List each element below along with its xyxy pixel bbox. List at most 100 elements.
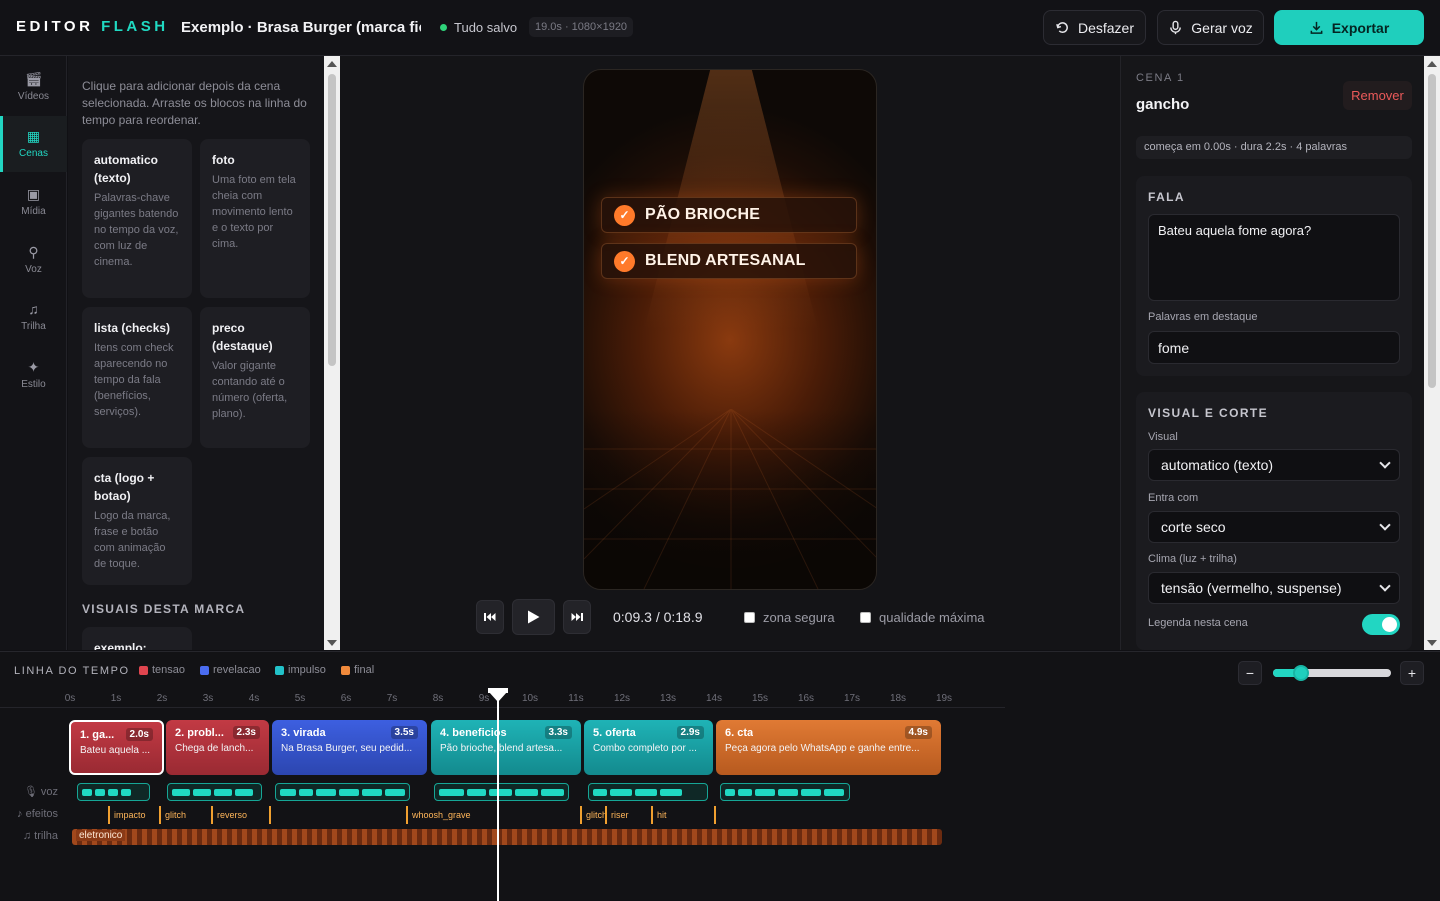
speech-textarea[interactable]: Bateu aquela fome agora? (1148, 214, 1400, 301)
sound-effect-marker[interactable]: impacto (108, 806, 146, 824)
remove-scene-button[interactable]: Remover (1343, 81, 1412, 110)
caption-label: Legenda nesta cena (1148, 617, 1248, 629)
scroll-up-arrow-icon[interactable] (1427, 61, 1437, 67)
brand-visual-card[interactable]: exemplo: (82, 627, 192, 650)
nav-music[interactable]: ♫ Trilha (0, 289, 67, 345)
scene-name[interactable]: gancho (1136, 96, 1189, 113)
scene-clip[interactable]: 1. ga... 2.0s Bateu aquela ... (69, 720, 164, 775)
nav-videos[interactable]: 🎬︎ Vídeos (0, 59, 67, 115)
nav-media[interactable]: ▣ Mídia (0, 174, 67, 230)
floor-grid (584, 409, 876, 589)
mic-icon: ⚲ (28, 244, 39, 260)
effects-track-label: ♪ efeitos (17, 808, 58, 820)
nav-voice-label: Voz (25, 264, 42, 275)
playhead-handle[interactable] (487, 688, 508, 693)
nav-media-label: Mídia (21, 206, 46, 217)
clip-duration-badge: 3.3s (544, 726, 572, 739)
voice-segment[interactable] (167, 783, 262, 801)
ruler-tick: 5s (294, 693, 306, 704)
max-quality-toggle[interactable]: qualidade máxima (860, 610, 985, 625)
brand-primary: EDITOR (16, 18, 94, 35)
scene-clip[interactable]: 4. beneficios 3.3s Pão brioche, blend arte… (431, 720, 581, 775)
skip-back-button[interactable] (476, 600, 504, 634)
sparkle-icon: ✦ (27, 359, 40, 375)
check-icon: ✓ (614, 204, 635, 226)
skip-back-icon (484, 613, 496, 621)
inspector-scrollbar[interactable] (1424, 56, 1440, 650)
zoom-slider-handle[interactable] (1293, 665, 1310, 681)
sound-effect-marker[interactable]: reverso (211, 806, 247, 824)
sound-effect-marker[interactable]: glitch (159, 806, 186, 824)
undo-button[interactable]: Desfazer (1043, 10, 1146, 45)
export-button[interactable]: Exportar (1274, 10, 1424, 45)
app-logo: EDITOR FLASH (16, 18, 169, 35)
visual-select[interactable]: automatico (texto) (1148, 449, 1400, 481)
library-scrollbar[interactable] (324, 56, 340, 650)
image-icon: ▣ (26, 186, 41, 202)
scene-clip[interactable]: 2. probl... 2.3s Chega de lanch... (166, 720, 269, 775)
voice-segment[interactable] (275, 783, 410, 801)
highlight-words-input[interactable]: fome (1148, 331, 1400, 364)
check-item: ✓ BLEND ARTESANAL (601, 243, 857, 279)
scroll-up-arrow-icon[interactable] (327, 61, 337, 67)
sound-effect-marker[interactable]: glitch (580, 806, 607, 824)
nav-voice[interactable]: ⚲ Voz (0, 232, 67, 288)
effects-track-label-text: efeitos (25, 808, 58, 820)
sound-effect-marker[interactable] (269, 806, 275, 824)
sound-effect-marker[interactable]: riser (605, 806, 629, 824)
sound-effect-marker[interactable]: whoosh_grave (406, 806, 471, 824)
scene-clip[interactable]: 3. virada 3.5s Na Brasa Burger, seu pedid.… (272, 720, 427, 775)
scroll-down-arrow-icon[interactable] (1427, 640, 1437, 646)
mood-select-value: tensão (vermelho, suspense) (1161, 580, 1342, 596)
sound-effect-marker[interactable]: hit (651, 806, 667, 824)
scene-card-checklist[interactable]: lista (checks) Itens com check aparecend… (82, 307, 192, 448)
voice-waveform-bar (82, 788, 92, 796)
voice-segment[interactable] (77, 783, 150, 801)
scene-card-cta[interactable]: cta (logo + botao) Logo da marca, frase … (82, 457, 192, 585)
play-button[interactable] (512, 599, 555, 635)
timecode: 0:09.3 / 0:18.9 (613, 609, 703, 625)
zoom-slider[interactable] (1273, 665, 1391, 681)
scene-card-title: automatico (texto) (94, 153, 159, 185)
zoom-in-button[interactable]: + (1400, 661, 1424, 685)
mood-select[interactable]: tensão (vermelho, suspense) (1148, 572, 1400, 604)
video-meta-badge: 19.0s · 1080×1920 (529, 17, 634, 37)
clip-name: 3. virada (281, 726, 326, 739)
nav-style[interactable]: ✦ Estilo (0, 347, 67, 403)
safe-zone-checkbox[interactable] (744, 612, 755, 623)
scene-card-auto-text[interactable]: automatico (texto) Palavras-chave gigant… (82, 139, 192, 298)
clip-header: 6. cta 4.9s (725, 726, 932, 739)
nav-scenes[interactable]: ▦ Cenas (0, 116, 67, 172)
caption-toggle[interactable] (1362, 614, 1400, 635)
voice-waveform-bar (95, 788, 105, 796)
ruler-tick: 8s (432, 693, 444, 704)
max-quality-checkbox[interactable] (860, 612, 871, 623)
scrollbar-thumb[interactable] (328, 74, 336, 366)
voice-segment[interactable] (434, 783, 569, 801)
preview-area: ✓ PÃO BRIOCHE ✓ BLEND ARTESANAL 0:09.3 /… (340, 56, 1120, 650)
video-preview-frame[interactable]: ✓ PÃO BRIOCHE ✓ BLEND ARTESANAL (583, 69, 877, 590)
project-title[interactable]: Exemplo · Brasa Burger (marca fictí (181, 19, 421, 36)
playhead[interactable] (487, 688, 508, 901)
scrollbar-thumb[interactable] (1428, 74, 1436, 388)
transition-select[interactable]: corte seco (1148, 511, 1400, 543)
music-track-clip[interactable]: eletronico (72, 829, 942, 845)
scene-card-price[interactable]: preco (destaque) Valor gigante contando … (200, 307, 310, 448)
visual-select-value: automatico (texto) (1161, 457, 1274, 473)
clip-duration-badge: 4.9s (904, 726, 932, 739)
scroll-down-arrow-icon[interactable] (327, 640, 337, 646)
scene-card-photo[interactable]: foto Uma foto em tela cheia com moviment… (200, 139, 310, 298)
sound-effect-marker[interactable] (714, 806, 720, 824)
zoom-out-button[interactable]: − (1238, 661, 1262, 685)
download-icon (1310, 21, 1323, 34)
scene-clip[interactable]: 6. cta 4.9s Peça agora pelo WhatsApp e gan… (716, 720, 941, 775)
voice-segment[interactable] (588, 783, 708, 801)
scene-clip[interactable]: 5. oferta 2.9s Combo completo por ... (584, 720, 713, 775)
voice-waveform-bar (610, 788, 632, 796)
generate-voice-button[interactable]: Gerar voz (1157, 10, 1264, 45)
safe-zone-toggle[interactable]: zona segura (744, 610, 835, 625)
voice-segment[interactable] (720, 783, 850, 801)
voice-waveform-bar (385, 788, 405, 796)
skip-forward-button[interactable] (563, 600, 591, 634)
clip-header: 3. virada 3.5s (281, 726, 418, 739)
